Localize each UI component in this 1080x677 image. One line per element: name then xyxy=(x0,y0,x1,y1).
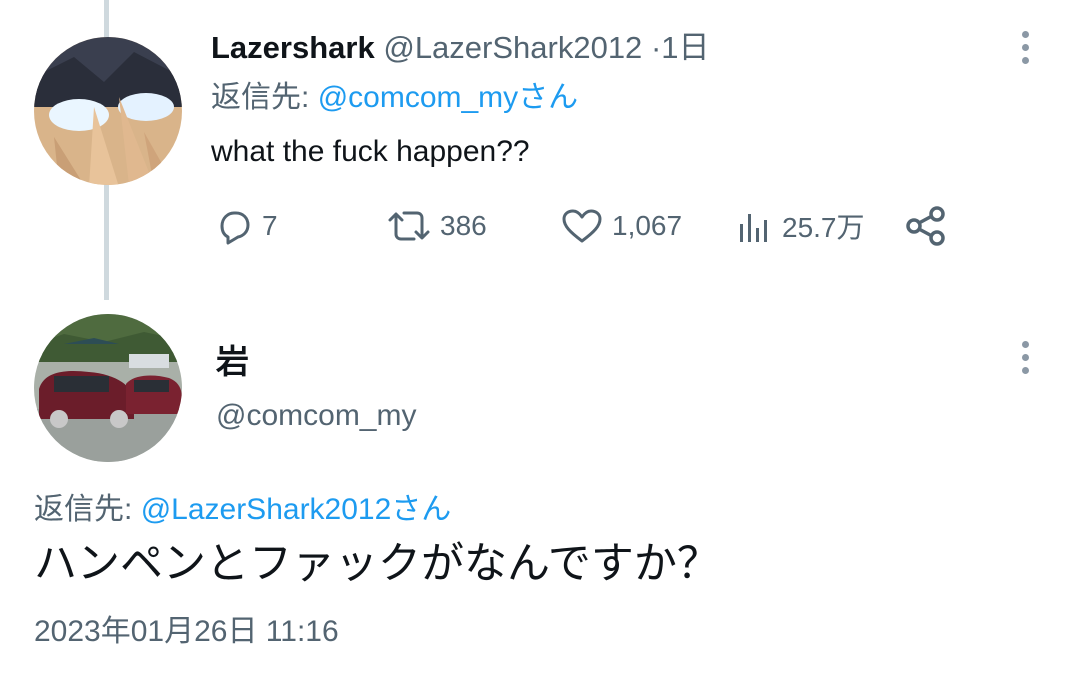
reply-icon xyxy=(220,211,250,245)
tweet-text: ハンペンとファックがなんですか？ xyxy=(34,540,720,588)
tweet-text: what the fuck happen?? xyxy=(211,135,530,168)
reply-button[interactable]: 7 xyxy=(214,204,278,248)
tweet-time[interactable]: 1日 xyxy=(661,30,709,65)
more-icon[interactable] xyxy=(1020,341,1030,380)
share-icon xyxy=(906,206,945,246)
reply-count: 7 xyxy=(262,210,278,241)
tweet-timestamp[interactable]: 2023年01月26日 11:16 xyxy=(34,612,339,652)
avatar[interactable] xyxy=(34,314,182,462)
like-count: 1,067 xyxy=(612,210,683,241)
separator: · xyxy=(650,30,662,65)
reply-prefix: 返信先: xyxy=(211,81,310,114)
tweet-header: Lazershark @LazerShark2012 ·1日 xyxy=(211,28,710,68)
reply-prefix: 返信先: xyxy=(34,493,133,526)
views-button[interactable]: 25.7万 xyxy=(734,204,865,248)
like-button[interactable]: 1,067 xyxy=(560,204,682,248)
reply-to-line: 返信先: @LazerShark2012さん xyxy=(34,490,451,530)
reply-to-line: 返信先: @comcom_myさん xyxy=(211,78,578,118)
retweet-icon xyxy=(388,211,430,241)
more-icon[interactable] xyxy=(1020,31,1030,70)
retweet-count: 386 xyxy=(440,210,487,241)
display-name[interactable]: Lazershark xyxy=(211,30,375,65)
reply-mention-link[interactable]: @LazerShark2012さん xyxy=(141,493,452,526)
views-count: 25.7万 xyxy=(782,212,865,243)
user-handle[interactable]: @LazerShark2012 xyxy=(383,30,642,65)
like-icon xyxy=(562,209,602,243)
reply-mention-link[interactable]: @comcom_myさん xyxy=(318,81,578,114)
share-button[interactable] xyxy=(904,204,948,248)
user-handle[interactable]: @comcom_my xyxy=(216,396,416,436)
retweet-button[interactable]: 386 xyxy=(386,204,487,248)
avatar[interactable] xyxy=(34,37,182,185)
tweet-actions: 7 386 1,067 25.7万 xyxy=(214,204,974,248)
display-name[interactable]: 岩 xyxy=(216,340,249,384)
views-icon xyxy=(740,214,767,242)
